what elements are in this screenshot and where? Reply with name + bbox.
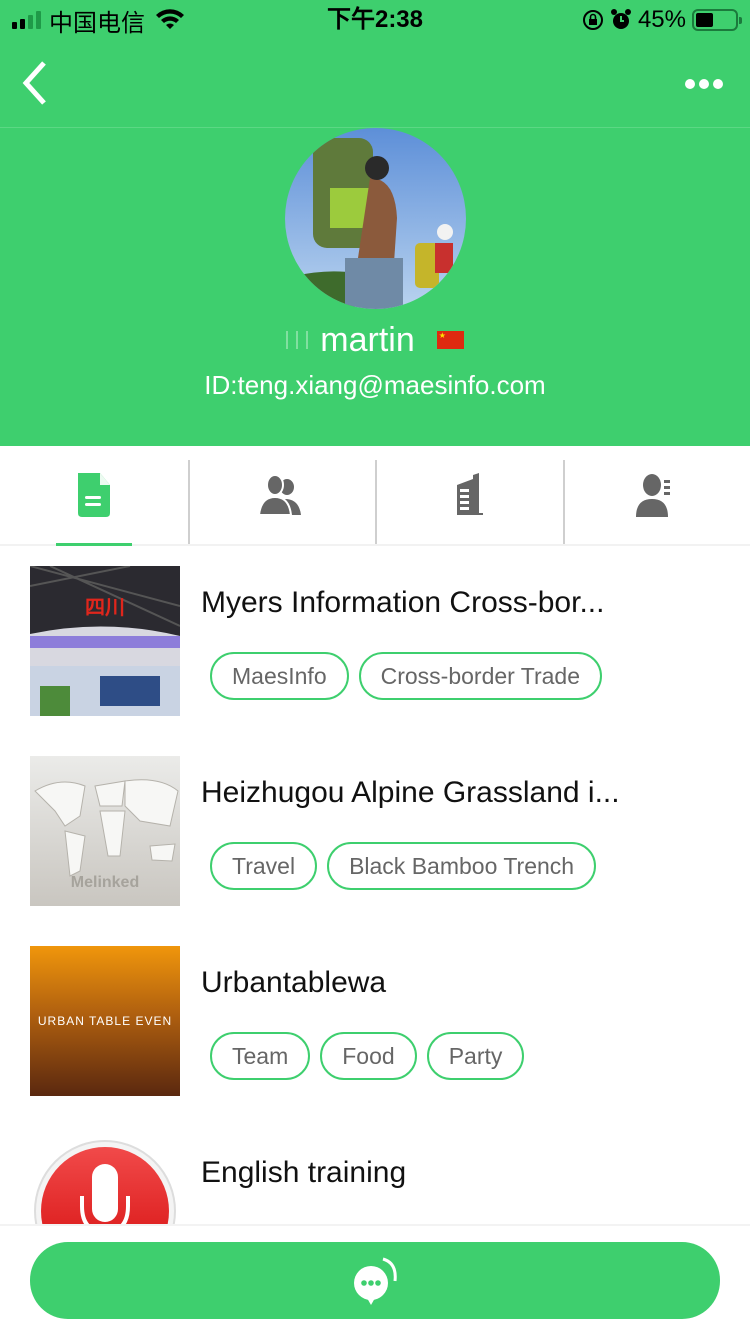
tab-bar bbox=[0, 446, 750, 546]
list-item[interactable]: URBAN TABLE EVEN Urbantablewa Team Food … bbox=[0, 928, 750, 1118]
chat-button[interactable] bbox=[30, 1242, 720, 1319]
name-row: martin bbox=[0, 318, 750, 362]
tag[interactable]: Black Bamboo Trench bbox=[327, 842, 597, 890]
profile-header: 中国电信 下午2:38 45% martin ★ ID:teng.xiang@m… bbox=[0, 0, 750, 446]
tag[interactable]: Food bbox=[320, 1032, 417, 1080]
user-card-icon bbox=[636, 474, 671, 517]
tag[interactable]: Team bbox=[210, 1032, 311, 1080]
item-title: Heizhugou Alpine Grassland i... bbox=[201, 776, 620, 809]
chevron-left-icon bbox=[22, 61, 46, 105]
people-icon bbox=[258, 474, 302, 516]
nav-bar bbox=[0, 40, 750, 128]
tab-company[interactable] bbox=[375, 446, 563, 544]
user-id: ID:teng.xiang@maesinfo.com bbox=[204, 370, 546, 400]
svg-text:四川: 四川 bbox=[85, 597, 125, 619]
document-icon bbox=[77, 473, 110, 517]
more-horizontal-icon bbox=[685, 79, 695, 89]
building-icon bbox=[456, 473, 483, 515]
bottom-bar bbox=[0, 1224, 750, 1334]
item-title: Urbantablewa bbox=[201, 966, 387, 999]
tag[interactable]: Party bbox=[426, 1032, 525, 1080]
chat-bubble-icon bbox=[354, 1257, 397, 1305]
tag-list: MaesInfo Cross-border Trade bbox=[210, 652, 603, 700]
item-title: Myers Information Cross-bor... bbox=[201, 586, 605, 619]
tag-list: Travel Black Bamboo Trench bbox=[210, 842, 597, 890]
list-item[interactable]: Melinked Heizhugou Alpine Grassland i...… bbox=[0, 738, 750, 928]
thumb-watermark: Melinked bbox=[70, 874, 140, 891]
post-list: 四川 Myers Information Cross-bor... MaesIn… bbox=[0, 548, 750, 1308]
world-map-thumbnail: Melinked bbox=[30, 756, 180, 906]
urban-table-thumbnail: URBAN TABLE EVEN bbox=[30, 946, 180, 1096]
tab-documents[interactable] bbox=[0, 446, 188, 546]
status-bar: 中国电信 下午2:38 45% bbox=[0, 0, 750, 40]
battery-percent: 45% bbox=[637, 6, 686, 33]
tag[interactable]: MaesInfo bbox=[210, 652, 349, 700]
thumb-text: URBAN TABLE EVEN bbox=[37, 1014, 173, 1028]
tag[interactable]: Cross-border Trade bbox=[358, 652, 603, 700]
back-button[interactable] bbox=[14, 58, 58, 108]
list-item[interactable]: 四川 Myers Information Cross-bor... MaesIn… bbox=[0, 548, 750, 738]
tab-profile-card[interactable] bbox=[562, 446, 750, 544]
battery-icon bbox=[692, 9, 742, 31]
alarm-icon bbox=[610, 9, 631, 29]
user-name: martin bbox=[320, 320, 415, 359]
exhibition-booth-thumbnail: 四川 bbox=[30, 566, 180, 716]
avatar[interactable] bbox=[285, 128, 466, 309]
more-button[interactable] bbox=[682, 74, 726, 94]
tag[interactable]: Travel bbox=[210, 842, 318, 890]
china-flag-icon bbox=[436, 331, 464, 349]
tag-list: Team Food Party bbox=[210, 1032, 525, 1080]
tab-contacts[interactable] bbox=[187, 446, 376, 544]
rotation-lock-icon bbox=[582, 10, 603, 30]
item-title: English training bbox=[201, 1156, 407, 1189]
